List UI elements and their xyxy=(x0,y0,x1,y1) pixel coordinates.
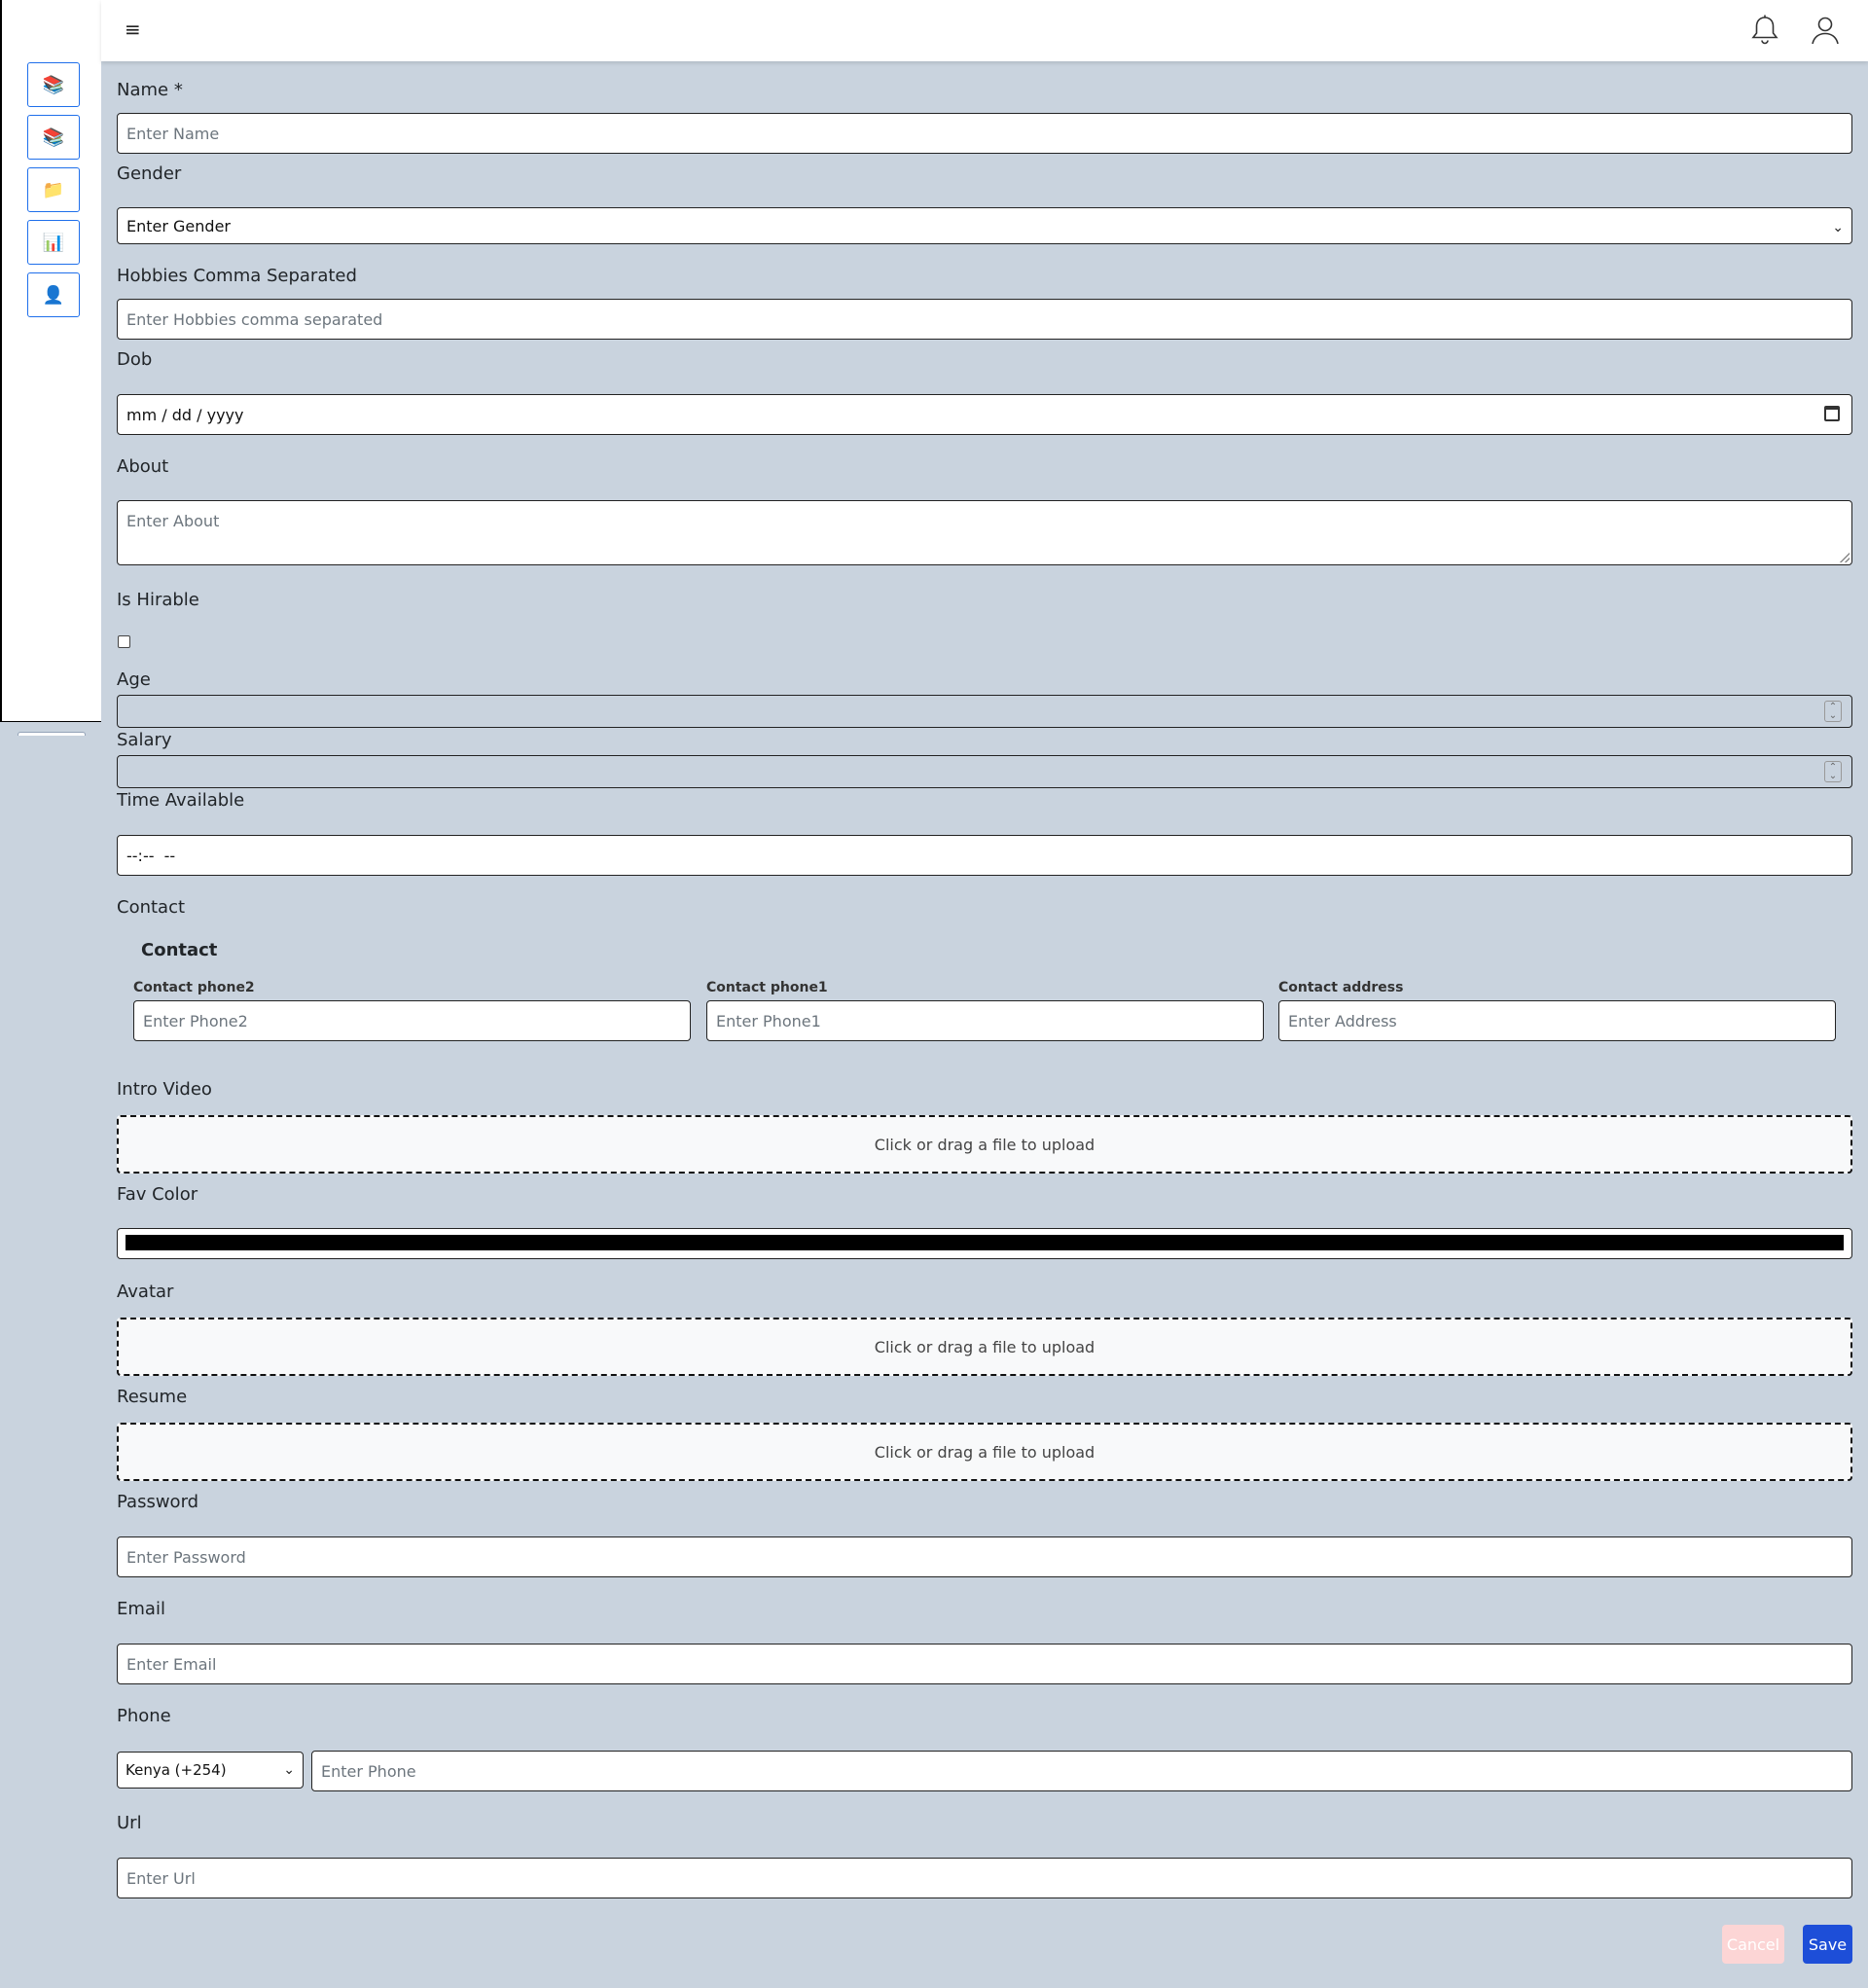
dob-label: Dob xyxy=(117,349,153,370)
user-icon: 👤 xyxy=(42,284,65,306)
sidebar: 📚 📚 📁 📊 👤 xyxy=(0,0,101,722)
url-placeholder: Enter Url xyxy=(126,1868,196,1888)
contact-address-placeholder: Enter Address xyxy=(1288,1011,1397,1030)
sidebar-item-books-2[interactable]: 📚 xyxy=(27,115,80,160)
avatar-dropzone[interactable]: Click or drag a file to upload xyxy=(117,1318,1852,1376)
password-placeholder: Enter Password xyxy=(126,1547,246,1567)
name-input[interactable]: Enter Name xyxy=(117,113,1852,154)
password-label: Password xyxy=(117,1492,199,1512)
contact-phone1-label: Contact phone1 xyxy=(706,980,828,995)
email-input[interactable]: Enter Email xyxy=(117,1644,1852,1684)
url-input[interactable]: Enter Url xyxy=(117,1858,1852,1898)
password-input[interactable]: Enter Password xyxy=(117,1536,1852,1577)
gender-select[interactable]: Enter Gender ⌄ xyxy=(117,207,1852,244)
avatar-upload-text: Click or drag a file to upload xyxy=(874,1337,1096,1356)
sidebar-item-books[interactable]: 📚 xyxy=(27,62,80,107)
save-button[interactable]: Save xyxy=(1803,1925,1852,1964)
fav-color-picker[interactable] xyxy=(117,1228,1852,1259)
sidebar-footer-button[interactable] xyxy=(18,732,86,736)
phone-label: Phone xyxy=(117,1706,171,1726)
gender-label: Gender xyxy=(117,163,182,184)
fav-color-label: Fav Color xyxy=(117,1184,198,1205)
sidebar-item-folder[interactable]: 📁 xyxy=(27,167,80,212)
contact-phone2-input[interactable]: Enter Phone2 xyxy=(133,1000,691,1041)
cancel-button[interactable]: Cancel xyxy=(1722,1925,1784,1964)
books-icon: 📚 xyxy=(42,127,65,148)
age-input[interactable]: ⌃ ⌄ xyxy=(117,695,1852,728)
intro-video-label: Intro Video xyxy=(117,1079,212,1100)
is-hirable-checkbox[interactable] xyxy=(118,635,130,648)
contact-address-label: Contact address xyxy=(1278,980,1404,995)
phone-placeholder: Enter Phone xyxy=(321,1761,416,1781)
resume-label: Resume xyxy=(117,1387,188,1407)
top-bar: ≡ xyxy=(101,0,1868,61)
resume-upload-text: Click or drag a file to upload xyxy=(874,1442,1096,1462)
stepper-icon[interactable]: ⌃ ⌄ xyxy=(1824,701,1842,722)
stepper-icon[interactable]: ⌃ ⌄ xyxy=(1824,761,1842,782)
email-placeholder: Enter Email xyxy=(126,1654,217,1674)
age-label: Age xyxy=(117,669,151,690)
name-label: Name * xyxy=(117,80,183,100)
time-available-input[interactable]: --:-- -- xyxy=(117,835,1852,876)
hobbies-input[interactable]: Enter Hobbies comma separated xyxy=(117,299,1852,340)
salary-label: Salary xyxy=(117,730,172,750)
about-placeholder: Enter About xyxy=(126,512,220,530)
about-textarea[interactable]: Enter About xyxy=(117,500,1852,565)
sidebar-item-charts[interactable]: 📊 xyxy=(27,220,80,265)
calendar-icon[interactable] xyxy=(1824,406,1840,421)
dob-input[interactable]: mm / dd / yyyy xyxy=(117,394,1852,435)
hamburger-menu-icon[interactable]: ≡ xyxy=(125,18,141,41)
bar-chart-icon: 📊 xyxy=(42,232,65,253)
time-available-label: Time Available xyxy=(117,790,245,811)
dob-value: mm / dd / yyyy xyxy=(126,405,244,424)
sidebar-item-user[interactable]: 👤 xyxy=(27,272,80,317)
contact-phone2-label: Contact phone2 xyxy=(133,980,255,995)
contact-address-input[interactable]: Enter Address xyxy=(1278,1000,1836,1041)
gender-selected-value: Enter Gender xyxy=(126,216,231,235)
bell-icon[interactable] xyxy=(1747,13,1782,48)
avatar-label: Avatar xyxy=(117,1282,174,1302)
name-placeholder: Enter Name xyxy=(126,124,220,143)
phone-input[interactable]: Enter Phone xyxy=(311,1751,1852,1791)
email-label: Email xyxy=(117,1599,165,1619)
url-label: Url xyxy=(117,1813,142,1833)
is-hirable-label: Is Hirable xyxy=(117,590,199,610)
phone-country-select[interactable]: Kenya (+254) ⌄ xyxy=(117,1752,304,1789)
folder-icon: 📁 xyxy=(42,179,65,200)
time-available-value: --:-- -- xyxy=(126,846,176,865)
resume-dropzone[interactable]: Click or drag a file to upload xyxy=(117,1423,1852,1481)
contact-phone1-input[interactable]: Enter Phone1 xyxy=(706,1000,1264,1041)
intro-video-upload-text: Click or drag a file to upload xyxy=(874,1135,1096,1154)
phone-country-value: Kenya (+254) xyxy=(126,1761,227,1779)
intro-video-dropzone[interactable]: Click or drag a file to upload xyxy=(117,1115,1852,1174)
salary-input[interactable]: ⌃ ⌄ xyxy=(117,755,1852,788)
user-profile-icon[interactable] xyxy=(1808,13,1843,48)
books-icon: 📚 xyxy=(42,74,65,95)
contact-phone2-placeholder: Enter Phone2 xyxy=(143,1011,248,1030)
contact-label: Contact xyxy=(117,897,186,918)
chevron-down-icon: ⌄ xyxy=(283,1762,295,1778)
hobbies-label: Hobbies Comma Separated xyxy=(117,266,357,286)
hobbies-placeholder: Enter Hobbies comma separated xyxy=(126,309,383,329)
contact-phone1-placeholder: Enter Phone1 xyxy=(716,1011,821,1030)
contact-section-title: Contact xyxy=(141,940,218,960)
resize-handle-icon[interactable] xyxy=(1840,553,1850,562)
about-label: About xyxy=(117,456,169,477)
chevron-down-icon: ⌄ xyxy=(1832,220,1844,235)
color-swatch xyxy=(126,1235,1844,1250)
